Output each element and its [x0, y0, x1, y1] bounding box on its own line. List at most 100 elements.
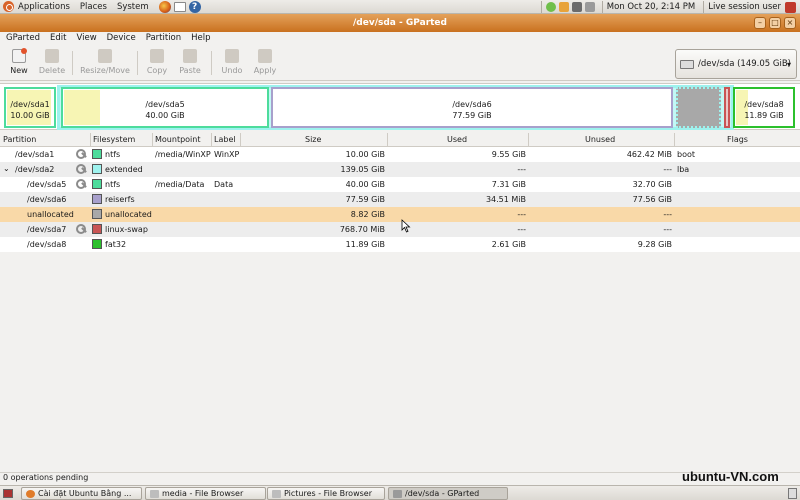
map-partition-sda7[interactable]: [724, 87, 730, 128]
folder-icon: [272, 490, 281, 498]
menu-help[interactable]: Help: [191, 33, 210, 43]
window-titlebar[interactable]: /dev/sda - GParted – □ ×: [0, 14, 800, 32]
delete-button[interactable]: Delete: [38, 49, 66, 75]
cell-size: 768.70 MiB: [339, 225, 385, 234]
cell-flags: boot: [677, 150, 696, 159]
taskbar-item-media[interactable]: media - File Browser: [145, 487, 266, 500]
col-flags[interactable]: Flags: [727, 135, 748, 144]
network-icon[interactable]: [545, 2, 556, 12]
taskbar-label: Cài đặt Ubuntu Bằng ...: [38, 489, 132, 498]
col-label[interactable]: Label: [214, 135, 236, 144]
copy-label: Copy: [146, 66, 168, 75]
new-icon: [12, 48, 27, 63]
table-row[interactable]: /dev/sda1 ntfs/media/WinXP WinXP 10.00 GiB 9…: [0, 147, 800, 162]
cell-size: 8.82 GiB: [350, 210, 385, 219]
copy-icon: [150, 49, 164, 63]
delete-icon: [45, 49, 59, 63]
table-row[interactable]: unallocated unallocated 8.82 GiB --- ---: [0, 207, 800, 222]
partition-map: /dev/sda1 10.00 GiB /dev/sda5 40.00 GiB …: [0, 83, 800, 130]
menu-partition[interactable]: Partition: [146, 33, 181, 43]
system-tray: Mon Oct 20, 2:14 PM Live session user: [537, 0, 800, 14]
map-label-name: /dev/sda6: [452, 100, 492, 109]
applications-menu[interactable]: Applications: [18, 2, 70, 12]
device-selector[interactable]: /dev/sda (149.05 GiB) ▾: [675, 49, 797, 79]
expander-arrow-icon[interactable]: ⌄: [3, 164, 10, 173]
resize-move-button[interactable]: Resize/Move: [79, 49, 131, 75]
toolbar-separator: [72, 51, 73, 75]
mouse-pointer-icon: [401, 219, 411, 233]
cell-filesystem: ntfs: [105, 150, 121, 159]
column-separator: [387, 133, 388, 147]
copy-button[interactable]: Copy: [145, 49, 169, 75]
cell-unused: ---: [663, 225, 672, 234]
show-desktop-icon[interactable]: [3, 489, 13, 498]
harddisk-icon: [680, 59, 694, 69]
cell-partition: /dev/sda5: [27, 180, 67, 189]
close-button[interactable]: ×: [784, 17, 796, 29]
mail-launcher-icon[interactable]: [173, 1, 186, 12]
map-partition-sda1[interactable]: /dev/sda1 10.00 GiB: [4, 87, 56, 128]
map-partition-sda8[interactable]: /dev/sda8 11.89 GiB: [733, 87, 795, 128]
cell-partition: /dev/sda2: [15, 165, 55, 174]
filesystem-color-swatch: [92, 209, 102, 219]
column-separator: [211, 133, 212, 147]
taskbar-item-firefox[interactable]: Cài đặt Ubuntu Bằng ...: [21, 487, 142, 500]
menu-gparted[interactable]: GParted: [6, 33, 40, 43]
table-row[interactable]: /dev/sda7 linux-swap 768.70 MiB --- ---: [0, 222, 800, 237]
help-launcher-icon[interactable]: ?: [188, 0, 201, 13]
table-row[interactable]: ⌄ /dev/sda2 extended 139.05 GiB --- --- lba: [0, 162, 800, 177]
map-label-size: 10.00 GiB: [10, 111, 50, 120]
system-menu[interactable]: System: [117, 2, 149, 12]
map-label-size: 40.00 GiB: [145, 111, 185, 120]
map-label-size: 77.59 GiB: [452, 111, 492, 120]
cell-unused: 77.56 GiB: [632, 195, 672, 204]
map-partition-sda6[interactable]: /dev/sda6 77.59 GiB: [271, 87, 673, 128]
col-mountpoint[interactable]: Mountpoint: [155, 135, 200, 144]
new-button[interactable]: New: [9, 48, 29, 75]
power-icon[interactable]: [785, 1, 796, 13]
clock[interactable]: Mon Oct 20, 2:14 PM: [607, 2, 696, 12]
map-partition-sda5[interactable]: /dev/sda5 40.00 GiB: [61, 87, 269, 128]
cell-size: 10.00 GiB: [345, 150, 385, 159]
menubar: GParted Edit View Device Partition Help: [0, 32, 800, 44]
taskbar-item-gparted[interactable]: /dev/sda - GParted: [388, 487, 508, 500]
taskbar-item-pictures[interactable]: Pictures - File Browser: [267, 487, 385, 500]
lock-key-icon: [76, 164, 88, 175]
table-row[interactable]: /dev/sda6 reiserfs 77.59 GiB 34.51 MiB 77.56…: [0, 192, 800, 207]
map-label-name: /dev/sda5: [145, 100, 185, 109]
col-partition[interactable]: Partition: [3, 135, 36, 144]
update-icon[interactable]: [558, 2, 569, 12]
ubuntu-logo-icon[interactable]: [3, 1, 14, 12]
menu-edit[interactable]: Edit: [50, 33, 66, 43]
battery-icon[interactable]: [571, 2, 582, 12]
table-row[interactable]: /dev/sda5 ntfs/media/Data Data 40.00 GiB 7.3…: [0, 177, 800, 192]
status-bar: 0 operations pending: [0, 472, 800, 484]
trash-icon[interactable]: [788, 488, 797, 499]
apply-button[interactable]: Apply: [252, 49, 278, 75]
menu-device[interactable]: Device: [107, 33, 136, 43]
col-size[interactable]: Size: [305, 135, 321, 144]
maximize-button[interactable]: □: [769, 17, 781, 29]
menu-view[interactable]: View: [76, 33, 96, 43]
watermark: ubuntu-VN.com: [682, 469, 779, 484]
cell-used: ---: [517, 210, 526, 219]
col-unused[interactable]: Unused: [585, 135, 615, 144]
col-filesystem[interactable]: Filesystem: [93, 135, 135, 144]
volume-icon[interactable]: [584, 2, 595, 12]
filesystem-color-swatch: [92, 239, 102, 249]
table-row[interactable]: /dev/sda8 fat32 11.89 GiB 2.61 GiB 9.28 GiB: [0, 237, 800, 252]
map-unallocated[interactable]: [676, 87, 721, 128]
lock-key-icon: [76, 224, 88, 235]
minimize-button[interactable]: –: [754, 17, 766, 29]
user-menu[interactable]: Live session user: [708, 2, 781, 12]
filesystem-color-swatch: [92, 179, 102, 189]
firefox-icon: [26, 490, 35, 498]
paste-button[interactable]: Paste: [177, 49, 203, 75]
cell-used: ---: [517, 165, 526, 174]
filesystem-color-swatch: [92, 194, 102, 204]
places-menu[interactable]: Places: [80, 2, 107, 12]
firefox-launcher-icon[interactable]: [158, 0, 171, 13]
window-title: /dev/sda - GParted: [353, 18, 447, 28]
col-used[interactable]: Used: [447, 135, 467, 144]
undo-button[interactable]: Undo: [219, 49, 245, 75]
